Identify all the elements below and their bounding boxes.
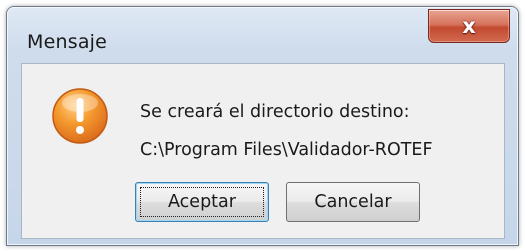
accept-button[interactable]: Aceptar xyxy=(135,182,269,222)
warning-icon xyxy=(52,88,108,144)
focus-ring xyxy=(140,187,264,217)
dialog-content: Se creará el directorio destino: C:\Prog… xyxy=(21,63,505,239)
close-icon: x xyxy=(462,14,476,38)
message-dialog: Mensaje x Se creará el directorio destin… xyxy=(6,6,519,246)
cancel-button[interactable]: Cancelar xyxy=(286,182,420,222)
cancel-button-label: Cancelar xyxy=(314,192,392,212)
close-button[interactable]: x xyxy=(428,9,510,43)
message-path: C:\Program Files\Validador-ROTEF xyxy=(140,140,433,160)
window-title: Mensaje xyxy=(27,31,108,53)
message-text: Se creará el directorio destino: xyxy=(140,102,410,122)
title-bar[interactable]: Mensaje x xyxy=(7,7,518,59)
